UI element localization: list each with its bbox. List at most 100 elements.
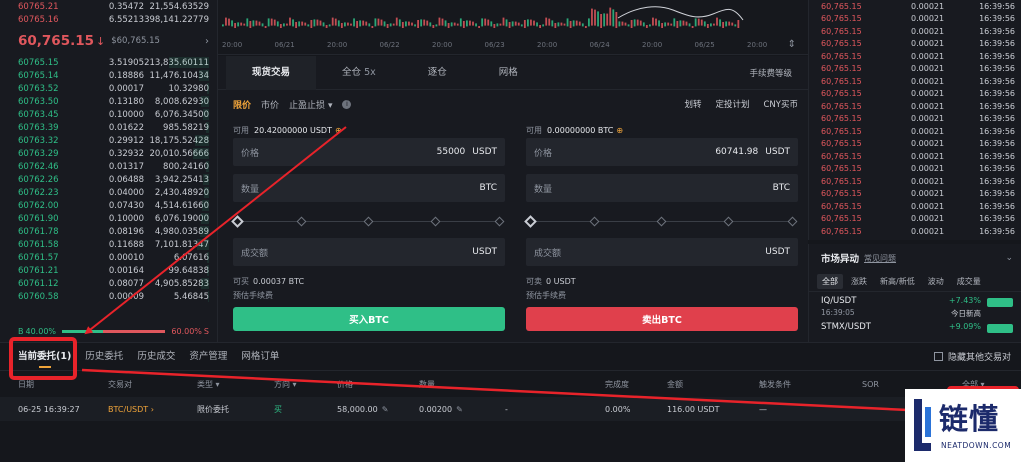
trade-row: 60,765.15 0.00021 16:39:56 [809,225,1021,238]
slider-handle[interactable] [524,215,537,228]
orderbook-bid-row[interactable]: 60763.29 0.32932 20,010.56666 [0,147,217,160]
sell-quantity-input[interactable]: 数量 BTC [526,174,798,202]
orderbook-bid-row[interactable]: 60763.45 0.10000 6,076.34500 [0,108,217,121]
orderbook-bid-row[interactable]: 60761.78 0.08196 4,980.03589 [0,225,217,238]
tab-cross-margin[interactable]: 全仓 5x [316,56,402,90]
dropdown-caret-icon: ▾ [215,379,220,389]
chevron-right-icon[interactable]: › [205,36,209,47]
slider-step-50[interactable] [363,216,374,227]
chart-x-tick: 06/25 [694,41,715,49]
chart-x-tick: 06/23 [484,41,505,49]
orderbook-bid-row[interactable]: 60761.21 0.00164 99.64838 [0,264,217,277]
buy-percent-slider[interactable] [231,210,505,234]
ask-price: 60765.21 [18,1,59,12]
mover-item[interactable]: IQ/USDT 16:39:05 +7.43% 今日新高 [809,292,1021,318]
orderbook-bid-row[interactable]: 60765.14 0.18886 11,476.10434 [0,69,217,82]
buy-price-input[interactable]: 价格 55000 USDT [233,138,505,166]
bid-qty: 0.07430 [108,200,144,211]
order-book-last-price[interactable]: 60,765.15 ↓ $60,765.15 › [0,28,217,54]
order-type-limit[interactable]: 限价 [233,98,251,111]
tab-trade-history[interactable]: 历史成交 [137,343,175,371]
collapse-icon[interactable]: ⌄ [1005,253,1013,263]
auto-invest-link[interactable]: 定投计划 [715,98,749,110]
orderbook-bid-row[interactable]: 60762.46 0.01317 800.24160 [0,160,217,173]
slider-step-75[interactable] [723,216,734,227]
movers-tab[interactable]: 新高/新低 [875,274,920,289]
buy-total-input[interactable]: 成交额 USDT [233,238,505,266]
candle [533,20,535,26]
col-side[interactable]: 方向 ▾ [274,379,337,390]
col-type[interactable]: 类型 ▾ [197,379,274,390]
movers-tab[interactable]: 全部 [817,274,843,289]
tab-grid[interactable]: 网格 [473,56,544,90]
movers-tab[interactable]: 波动 [923,274,949,289]
slider-step-100[interactable] [494,216,505,227]
slider-step-100[interactable] [787,216,798,227]
buy-button[interactable]: 买入BTC [233,307,505,331]
mover-item[interactable]: STMX/USDT +9.09% [809,318,1021,344]
fee-level-link[interactable]: 手续费等级 [749,67,792,79]
candle [408,21,410,26]
candle [411,22,413,26]
orderbook-bid-row[interactable]: 60762.26 0.06488 3,942.25413 [0,173,217,186]
buy-quantity-input[interactable]: 数量 BTC [233,174,505,202]
orderbook-ask-row[interactable]: 60765.16 6.55213 398,141.22779 [0,13,217,26]
orderbook-bid-row[interactable]: 60760.58 0.00009 5.46845 [0,290,217,303]
candle [618,21,621,27]
orderbook-ask-row[interactable]: 60765.21 0.35472 21,554.63529 [0,0,217,13]
hide-other-pairs-toggle[interactable]: 隐藏其他交易对 [933,350,1011,363]
slider-handle[interactable] [231,215,244,228]
order-type-stop[interactable]: 止盈止损 ▾ [289,98,332,111]
tab-isolated-margin[interactable]: 逐仓 [402,56,473,90]
orderbook-bid-row[interactable]: 60762.00 0.07430 4,514.61660 [0,199,217,212]
tab-spot[interactable]: 现货交易 [226,55,317,90]
tab-grid-orders[interactable]: 网格订单 [241,343,279,371]
slider-step-25[interactable] [589,216,600,227]
order-type-market[interactable]: 市价 [261,98,279,111]
candle [661,23,663,28]
resize-icon[interactable]: ⇕ [788,39,796,50]
col-all[interactable]: 全部 ▾ [962,379,1021,390]
orderbook-bid-row[interactable]: 60765.15 3.51905 213,835.60111 [0,56,217,69]
orderbook-bid-row[interactable]: 60763.39 0.01622 985.58219 [0,121,217,134]
sell-button[interactable]: 卖出BTC [526,307,798,331]
add-funds-icon[interactable]: ⊕ [616,126,623,135]
edit-icon[interactable]: ✎ [456,405,463,414]
orderbook-bid-row[interactable]: 60761.58 0.11688 7,101.81347 [0,238,217,251]
orderbook-bid-row[interactable]: 60761.12 0.08077 4,905.85283 [0,277,217,290]
sell-percent-slider[interactable] [524,210,798,234]
orderbook-bid-row[interactable]: 60763.50 0.13180 8,008.62930 [0,95,217,108]
orderbook-bid-row[interactable]: 60762.23 0.04000 2,430.48920 [0,186,217,199]
order-date: 06-25 16:39:27 [18,404,80,414]
info-icon[interactable]: i [342,99,352,109]
movers-tab[interactable]: 成交量 [952,274,986,289]
tab-asset-management[interactable]: 资产管理 [189,343,227,371]
order-pair[interactable]: BTC/USDT › [108,405,197,414]
sell-price-input[interactable]: 价格 60741.98 USDT [526,138,798,166]
edit-icon[interactable]: ✎ [382,405,389,414]
faq-link[interactable]: 常见问题 [864,253,896,264]
candle [636,19,639,26]
tab-open-orders[interactable]: 当前委托(1) [18,343,71,371]
tab-order-history[interactable]: 历史委托 [85,343,123,371]
sell-max-value: 0 USDT [546,276,576,286]
checkbox[interactable] [933,352,943,361]
transfer-link[interactable]: 划转 [684,98,701,110]
orderbook-bid-row[interactable]: 60763.32 0.29912 18,175.52428 [0,134,217,147]
price-chart[interactable]: 20:00 06/21 20:00 06/22 20:00 06/23 20:00 06/24… [218,0,808,55]
candle [499,23,502,26]
slider-step-50[interactable] [656,216,667,227]
sell-total-input[interactable]: 成交额 USDT [526,238,798,266]
add-funds-icon[interactable]: ⊕ [335,126,342,135]
slider-step-75[interactable] [430,216,441,227]
bid-qty: 3.51905 [108,57,144,68]
orderbook-bid-row[interactable]: 60763.52 0.00017 10.32980 [0,82,217,95]
movers-tab[interactable]: 涨跌 [846,274,872,289]
sell-total-unit: USDT [765,247,790,257]
slider-step-25[interactable] [296,216,307,227]
candle [649,24,651,27]
buy-with-cny-link[interactable]: CNY买币 [764,98,799,110]
candle [279,24,282,28]
orderbook-bid-row[interactable]: 60761.57 0.00010 6.07616 [0,251,217,264]
orderbook-bid-row[interactable]: 60761.90 0.10000 6,076.19000 [0,212,217,225]
